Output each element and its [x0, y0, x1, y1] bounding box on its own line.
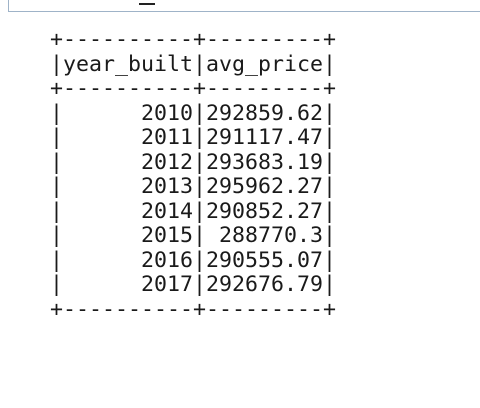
table-row: | 2010|292859.62| — [50, 100, 337, 126]
table-row: | 2012|293683.19| — [50, 149, 337, 175]
table-output: +----------+---------+ |year_built|avg_pr… — [50, 27, 337, 322]
table-row: | 2016|290555.07| — [50, 247, 337, 273]
table-row: | 2011|291117.47| — [50, 125, 337, 150]
table-row: | 2013|295962.27| — [50, 174, 337, 199]
table-row: | 2014|290852.27| — [50, 198, 337, 224]
table-header-row: |year_built|avg_price| — [50, 51, 337, 77]
code-cell-input[interactable] — [8, 0, 480, 12]
table-header-separator: +----------+---------+ — [50, 76, 337, 101]
text-cursor — [139, 0, 155, 5]
table-row: | 2015| 288770.3| — [50, 223, 337, 248]
table-row: | 2017|292676.79| — [50, 272, 337, 297]
table-border-top: +----------+---------+ — [50, 27, 337, 52]
table-border-bottom: +----------+---------+ — [50, 296, 337, 322]
